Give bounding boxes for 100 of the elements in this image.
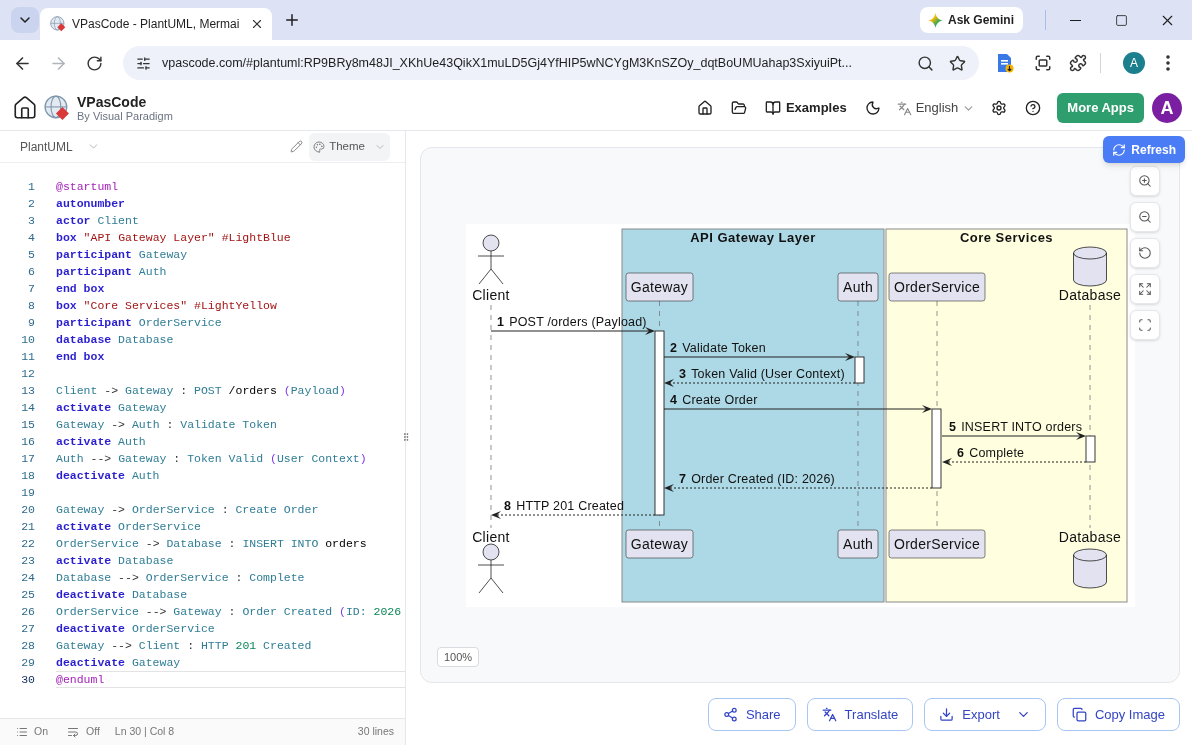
puzzle-icon [1069,54,1087,72]
line-number: 20 [20,502,35,518]
zoom-out-icon [1138,210,1152,224]
counterclockwise-arrow-icon [1138,246,1152,260]
plus-icon [283,11,301,29]
message-label: 7 Order Created (ID: 2026) [678,471,835,486]
share-button[interactable]: Share [707,698,796,731]
line-count: 30 lines [357,724,394,740]
grip-icon[interactable] [401,432,411,442]
line-number: 28 [20,638,35,654]
participant-node: Gateway [625,272,693,301]
ask-gemini-button[interactable]: Ask Gemini [919,7,1023,33]
line-number: 10 [20,332,35,348]
line-number: 22 [20,536,35,552]
palette-icon [313,140,326,153]
line-number: 4 [27,230,35,246]
line-number: 8 [27,298,35,314]
expand-icon [1138,282,1152,296]
line-number: 24 [20,570,35,586]
code-line: OrderService --> Gateway : Order Created (ID: 2026 [56,604,403,620]
menu-icon [1166,55,1170,71]
fullscreen-button[interactable] [1130,310,1160,340]
translate-icon [896,100,912,116]
line-number: 12 [20,366,35,382]
zoom-out-button[interactable] [1130,202,1160,232]
stick-figure-icon [477,543,504,593]
profile-avatar[interactable]: A [1123,52,1145,74]
help-icon [1025,100,1042,116]
line-number: 13 [20,383,35,399]
code-line: end box [56,349,106,365]
message-label: 8 HTTP 201 Created [503,498,624,513]
participant-node: OrderService [888,529,985,558]
zoom-level: 100% [437,647,480,667]
brand-byline: By Visual Paradigm [77,109,173,123]
zoom-in-button[interactable] [1130,166,1160,196]
zoom-in-icon [1138,174,1152,188]
code-line: Client -> Gateway : POST /orders (Payload) [56,383,347,399]
examples-button[interactable]: Examples [758,94,853,122]
wrap-icon [67,726,79,738]
share-icon [722,707,738,722]
browser-tab[interactable]: VPasCode - PlantUML, Mermai [40,8,272,40]
url-text: vpascode.com/#plantuml:RP9BRy8m48JI_XKhUe43QikX1muLD5Gj4YfHIP5wNCYgM3KnSZOy_dqtBoUMUahap3SxiyuiPt... [162,54,853,72]
brand-name: VPasCode [77,93,148,110]
translate-button[interactable]: Translate [806,698,914,731]
code-line: deactivate Auth [56,468,161,484]
address-bar[interactable]: vpascode.com/#plantuml:RP9BRy8m48JI_XKhUe43QikX1muLD5Gj4YfHIP5wNCYgM3KnSZOy_dqtBoUMUahap3SxiyuiPt... [123,46,979,80]
group-title: Core Services [959,229,1053,245]
activation-bar [854,356,864,383]
download-icon [939,707,955,722]
theme-dropdown[interactable]: Theme [309,132,390,161]
home-icon [12,95,38,121]
code-line: box "API Gateway Layer" #LightBlue [56,230,292,246]
code-line: deactivate OrderService [56,621,216,637]
copy-button[interactable]: Copy Image [1056,698,1180,731]
code-line: Gateway -> OrderService : Create Order [56,502,320,518]
minimize-icon [1069,19,1081,21]
list-icon [16,726,28,738]
line-number: 14 [20,400,35,416]
word-wrap-toggle[interactable]: Off [67,724,100,740]
code-line: participant Auth [56,264,168,280]
search-icon [916,54,934,72]
tab-search-button[interactable] [11,7,39,33]
line-numbers-toggle[interactable]: On [16,724,48,740]
refresh-icon [1112,142,1127,157]
language-dropdown[interactable]: PlantUML [20,134,100,159]
code-line: database Database [56,332,175,348]
line-number: 11 [20,349,35,365]
line-number: 25 [20,587,35,603]
line-number: 6 [27,264,35,280]
message-label: 4 Create Order [669,392,757,407]
code-line: participant Gateway [56,247,189,263]
close-icon[interactable] [250,17,264,31]
code-line: box "Core Services" #LightYellow [56,298,278,314]
line-number: 21 [20,519,35,535]
participant-node: Gateway [625,529,693,558]
reload-icon [85,54,103,72]
code-line: actor Client [56,213,140,229]
cursor-position: Ln 30 | Col 8 [114,724,175,740]
copy-icon [1071,707,1087,722]
home-icon [696,100,713,116]
line-number: 30 [20,672,35,688]
code-line: Gateway --> Client : HTTP 201 Created [56,638,313,654]
translate-icon [821,707,837,722]
code-line: @enduml [56,671,405,688]
code-line: Auth --> Gateway : Token Valid (User Context) [56,451,368,467]
line-number: 27 [20,621,35,637]
frame-icon [1034,54,1052,72]
participant-name: Database [1058,286,1121,303]
database-icon [1072,246,1107,286]
code-line: Gateway -> Auth : Validate Token [56,417,278,433]
reset-view-button[interactable] [1130,238,1160,268]
code-line: Database --> OrderService : Complete [56,570,306,586]
refresh-button[interactable]: Refresh [1103,136,1185,163]
user-avatar[interactable]: A [1152,93,1182,123]
export-button[interactable]: Export [924,698,1046,731]
message-label: 1 POST /orders (Payload) [496,314,647,329]
settings-icon [991,100,1008,116]
language-select[interactable]: English [892,94,980,122]
fit-view-button[interactable] [1130,274,1160,304]
participant-name: Client [471,528,510,545]
